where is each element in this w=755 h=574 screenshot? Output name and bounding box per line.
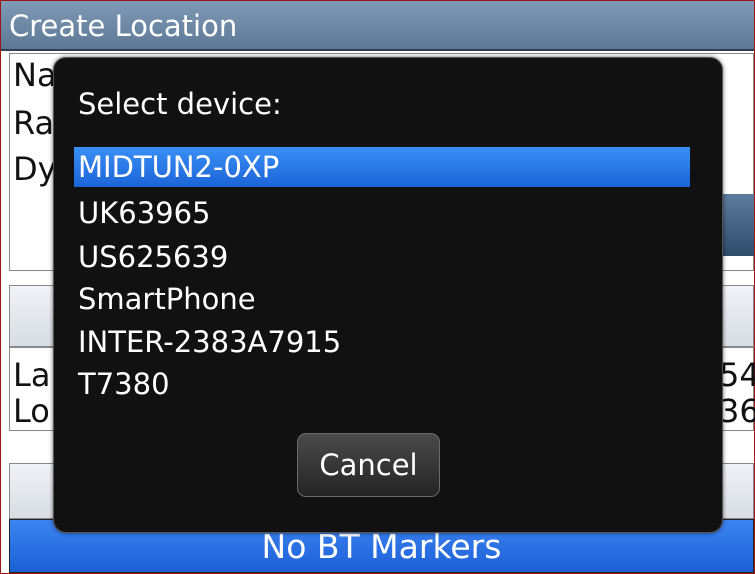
dialog-title: Select device:	[78, 87, 282, 121]
title-bar: Create Location	[1, 1, 754, 51]
device-item-us625639[interactable]: US625639	[74, 237, 690, 277]
device-item-t7380[interactable]: T7380	[74, 364, 690, 404]
device-item-midtun2-0xp[interactable]: MIDTUN2-0XP	[74, 147, 690, 187]
radius-label-partial: Ra	[13, 104, 55, 142]
latitude-label-partial: La	[13, 356, 51, 394]
latitude-value-partial: 54	[719, 356, 755, 394]
longitude-label-partial: Lo	[13, 392, 50, 430]
cancel-button[interactable]: Cancel	[297, 433, 440, 497]
window-title: Create Location	[9, 9, 238, 43]
name-label-partial: Na	[13, 56, 57, 94]
dynamic-label-partial: Dy	[13, 150, 57, 188]
device-item-inter-2383a7915[interactable]: INTER-2383A7915	[74, 322, 690, 362]
longitude-value-partial: 36	[719, 392, 755, 430]
device-item-uk63965[interactable]: UK63965	[74, 193, 690, 233]
select-device-dialog: Select device: MIDTUN2-0XP UK63965 US625…	[53, 57, 723, 533]
app-screen: Create Location Na Ra Dy La Lo 54 36 No …	[0, 0, 755, 574]
device-item-smartphone[interactable]: SmartPhone	[74, 279, 690, 319]
